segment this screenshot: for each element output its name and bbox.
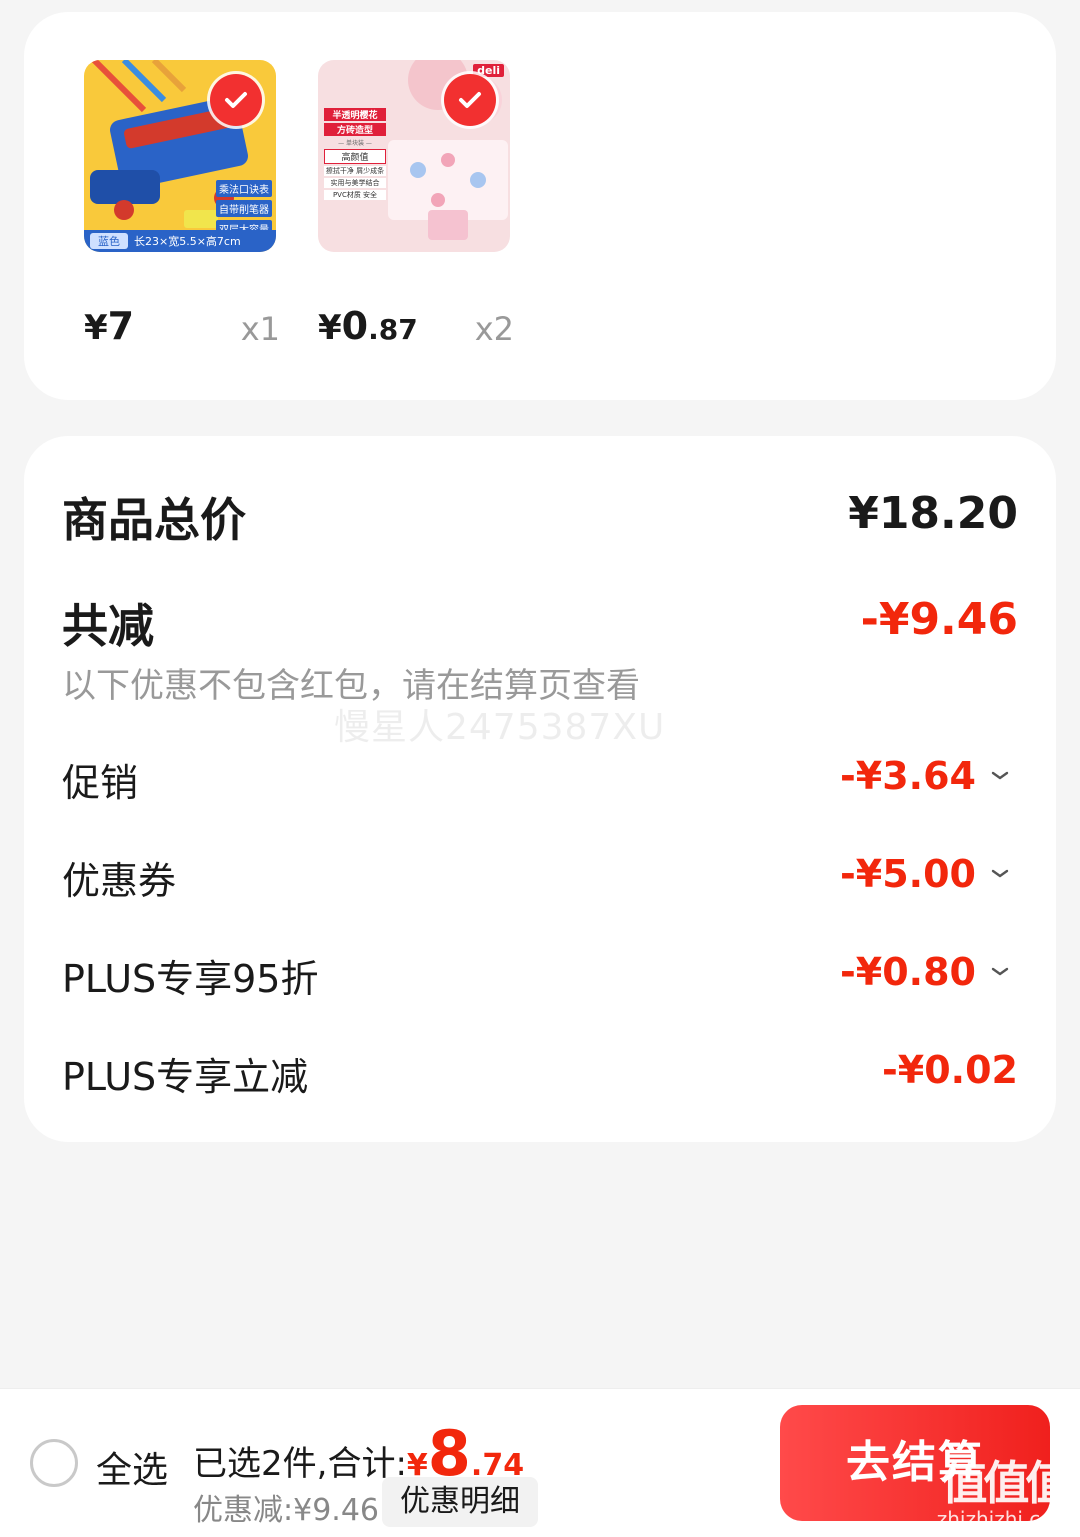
radio-circle-icon[interactable]	[30, 1439, 78, 1487]
plus-instant-reduction-value: -¥0.02	[882, 1048, 1018, 1092]
chevron-down-icon[interactable]	[988, 960, 1012, 984]
select-all-label[interactable]: 全选	[96, 1441, 168, 1493]
discount-amount: 优惠减:¥9.46	[193, 1493, 379, 1528]
check-icon[interactable]	[444, 74, 496, 126]
plus-instant-reduction-label: PLUS专享立减	[62, 1055, 309, 1099]
coupon-row[interactable]: 优惠券 -¥5.00	[62, 850, 1018, 903]
thumb-footer: 蓝色 长23×宽5.5×高7cm	[84, 230, 276, 252]
plus-instant-reduction-row: PLUS专享立减 -¥0.02	[62, 1046, 1018, 1099]
total-price-row: 商品总价 ¥18.20	[62, 484, 1018, 547]
total-reduction-row: 共减 -¥9.46	[62, 590, 1018, 653]
thumb-feature-panel: 半透明樱花 方砖造型 — 单块装 — 高颜值 擦拭干净 屑少成条 实用与美学结合…	[324, 108, 386, 200]
total-price-label: 商品总价	[62, 493, 246, 547]
price-row: ¥0.87 x2	[318, 304, 518, 352]
total-reduction-value: -¥9.46	[860, 594, 1018, 645]
thumb-label: PVC材质 安全	[324, 190, 386, 200]
price-row: ¥7 x1	[84, 304, 284, 352]
product-item[interactable]: deli 半透明樱花 方砖造型 — 单块装 — 高颜值 擦拭干净 屑少成条 实用…	[318, 60, 514, 348]
product-item[interactable]: 乘法口诀表 自带削笔器 双层大容量 蓝色 长23×宽5.5×高7cm ¥7 x1	[84, 60, 280, 348]
thumb-label: 方砖造型	[324, 123, 386, 136]
selected-total: 已选2件,合计:¥8.74	[193, 1417, 524, 1490]
chevron-down-icon[interactable]	[988, 862, 1012, 886]
brand-site: zhizhizhi.com	[936, 1507, 1072, 1531]
promotion-value: -¥3.64	[840, 754, 976, 798]
product-price: ¥0.87	[318, 304, 418, 348]
coupon-label: 优惠券	[62, 859, 177, 903]
total-price-value: ¥18.20	[848, 488, 1018, 539]
product-quantity: x2	[474, 310, 514, 348]
product-image-pencil-case[interactable]: 乘法口诀表 自带削笔器 双层大容量 蓝色 长23×宽5.5×高7cm	[84, 60, 276, 252]
plus-discount-label: PLUS专享95折	[62, 957, 319, 1001]
product-image-eraser[interactable]: deli 半透明樱花 方砖造型 — 单块装 — 高颜值 擦拭干净 屑少成条 实用…	[318, 60, 510, 252]
selected-products-card: 乘法口诀表 自带削笔器 双层大容量 蓝色 长23×宽5.5×高7cm ¥7 x1	[24, 12, 1056, 400]
plus-discount-row[interactable]: PLUS专享95折 -¥0.80	[62, 948, 1018, 1001]
product-quantity: x1	[240, 310, 280, 348]
selected-count-text: 已选2件,合计:	[193, 1444, 407, 1484]
promotion-label: 促销	[62, 761, 139, 805]
checkout-bar: 全选 已选2件,合计:¥8.74 优惠减:¥9.46 优惠明细 去结算 值值值 …	[0, 1388, 1080, 1537]
thumb-feature-labels: 乘法口诀表 自带削笔器 双层大容量	[216, 180, 272, 237]
thumb-label: 实用与美学结合	[324, 178, 386, 188]
site-watermark-logo: 值值值 zhizhizhi.com	[937, 1459, 1072, 1531]
thumb-label: 自带削笔器	[216, 200, 272, 217]
product-price: ¥7	[84, 304, 135, 348]
check-icon[interactable]	[210, 74, 262, 126]
plus-discount-value: -¥0.80	[840, 950, 976, 994]
brand-mark: 值值值	[941, 1456, 1071, 1510]
thumb-label: 乘法口诀表	[216, 180, 272, 197]
watermark-text: 慢星人2475387XU	[334, 707, 666, 748]
thumb-label: 高颜值	[324, 149, 386, 164]
thumb-size-label: 长23×宽5.5×高7cm	[134, 235, 241, 248]
chevron-down-icon[interactable]	[988, 764, 1012, 788]
thumb-label: — 单块装 —	[338, 140, 372, 147]
cart-page: 乘法口诀表 自带削笔器 双层大容量 蓝色 长23×宽5.5×高7cm ¥7 x1	[0, 0, 1080, 1537]
discount-detail-button[interactable]: 优惠明细	[382, 1477, 538, 1527]
total-reduction-label: 共减	[62, 599, 154, 653]
thumb-color-label: 蓝色	[90, 233, 128, 249]
coupon-value: -¥5.00	[840, 852, 976, 896]
promotion-row[interactable]: 促销 -¥3.64	[62, 752, 1018, 805]
thumb-label: 半透明樱花	[324, 108, 386, 121]
thumb-label: 擦拭干净 屑少成条	[324, 166, 386, 176]
price-summary-card: 商品总价 ¥18.20 共减 -¥9.46 以下优惠不包含红包，请在结算页查看 …	[24, 436, 1056, 1142]
